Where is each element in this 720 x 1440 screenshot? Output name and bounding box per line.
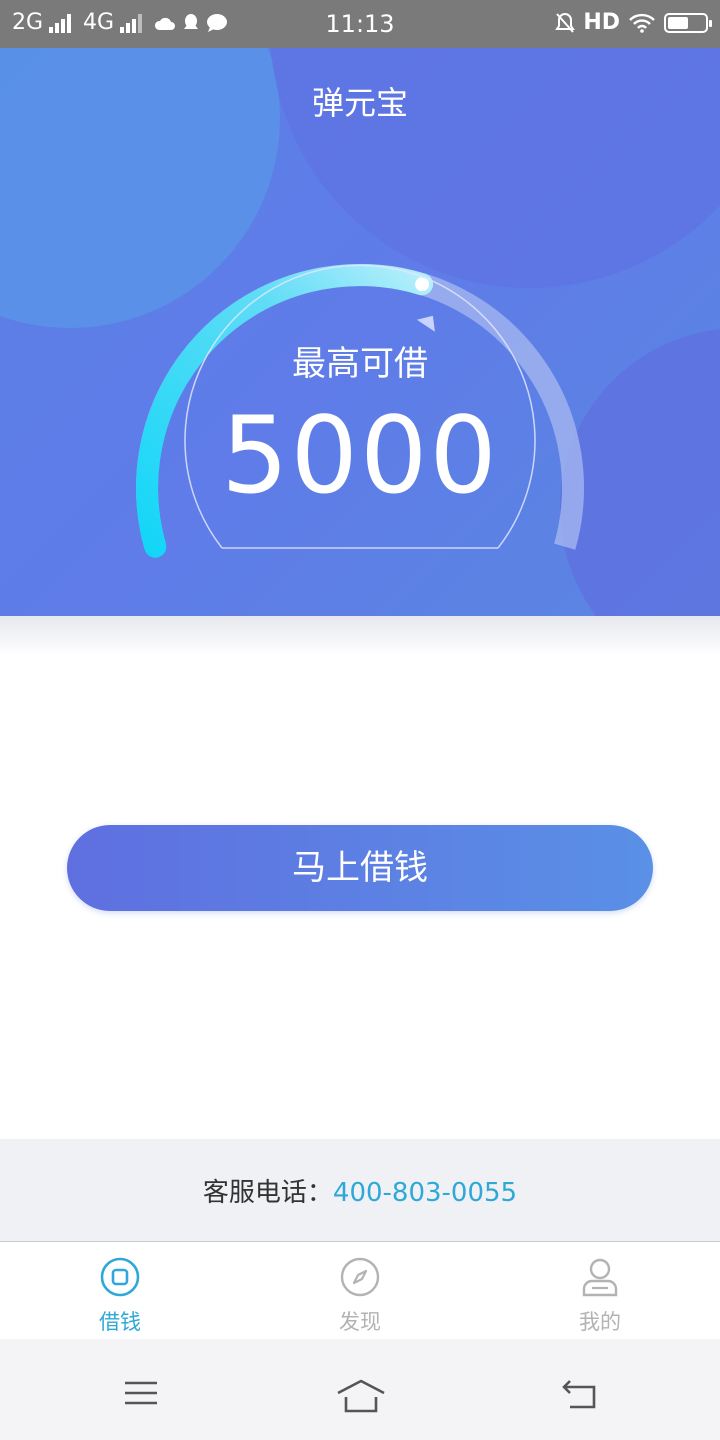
gauge-pointer-icon [416, 315, 435, 332]
service-label: 客服电话： [202, 1178, 333, 1208]
tab-mine[interactable]: 我的 [480, 1242, 720, 1340]
tab-loan[interactable]: 借钱 [0, 1242, 240, 1340]
max-loan-amount: 5000 [221, 394, 499, 517]
status-right: HD [555, 10, 712, 35]
gauge-label: 最高可借 [292, 344, 428, 384]
status-bar: 2G 4G 11:13 HD [0, 0, 720, 48]
tab-loan-label: 借钱 [99, 1310, 141, 1334]
credit-gauge [136, 263, 584, 558]
hd-indicator: HD [583, 10, 620, 35]
compass-icon [340, 1257, 380, 1297]
wifi-icon [629, 13, 655, 33]
menu-icon[interactable] [123, 1379, 159, 1407]
battery-icon [664, 12, 712, 33]
user-icon [582, 1258, 618, 1297]
tab-bar: 借钱 发现 我的 [0, 1241, 720, 1340]
bell-off-icon [555, 12, 576, 33]
customer-service-bar: 客服电话：400-803-0055 [0, 1139, 720, 1241]
hero-shadow [0, 616, 720, 656]
back-icon[interactable] [560, 1379, 600, 1411]
tab-discover-label: 发现 [339, 1310, 381, 1334]
system-nav-bar [0, 1339, 720, 1440]
tab-mine-label: 我的 [579, 1310, 621, 1334]
tab-discover[interactable]: 发现 [240, 1242, 480, 1340]
service-phone-link[interactable]: 400-803-0055 [333, 1178, 517, 1208]
loan-icon [100, 1257, 140, 1297]
hero-section: 弹元宝 最高可借 5000 [0, 48, 720, 616]
borrow-now-button[interactable]: 马上借钱 [67, 825, 653, 911]
home-icon[interactable] [336, 1379, 386, 1413]
battery-level [668, 16, 688, 29]
